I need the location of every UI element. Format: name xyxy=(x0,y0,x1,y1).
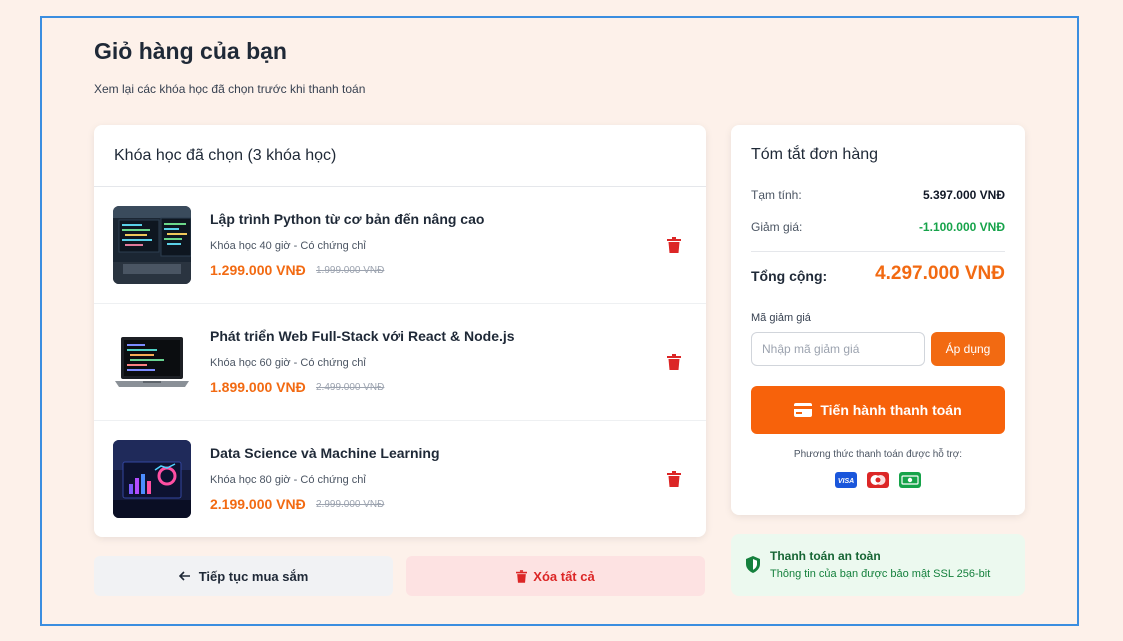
course-meta: Khóa học 80 giờ - Có chứng chỉ xyxy=(210,474,366,486)
course-title: Data Science và Machine Learning xyxy=(210,445,440,461)
shield-icon xyxy=(746,556,760,573)
python-code-thumbnail xyxy=(113,206,191,284)
summary-divider xyxy=(751,251,1005,252)
course-old-price: 2.999.000 VNĐ xyxy=(316,499,385,510)
coupon-input[interactable] xyxy=(751,332,925,366)
cart-card: Khóa học đã chọn (3 khóa học) Lập trình … xyxy=(94,125,706,537)
total-label: Tổng cộng: xyxy=(751,268,828,284)
total-value: 4.297.000 VNĐ xyxy=(875,263,1005,284)
cart-item: Lập trình Python từ cơ bản đến nâng cao … xyxy=(94,187,706,304)
secure-title: Thanh toán an toàn xyxy=(770,549,881,563)
svg-text:VISA: VISA xyxy=(838,478,854,485)
course-old-price: 2.499.000 VNĐ xyxy=(316,382,385,393)
course-meta: Khóa học 60 giờ - Có chứng chỉ xyxy=(210,357,366,369)
trash-icon[interactable] xyxy=(667,471,681,487)
summary-title: Tóm tắt đơn hàng xyxy=(751,146,879,163)
clear-all-label: Xóa tất cả xyxy=(533,568,595,584)
course-price: 1.899.000 VNĐ xyxy=(210,379,306,395)
trash-icon[interactable] xyxy=(667,237,681,253)
course-meta: Khóa học 40 giờ - Có chứng chỉ xyxy=(210,240,366,252)
secure-payment-banner: Thanh toán an toàn Thông tin của bạn đượ… xyxy=(731,534,1025,596)
continue-shopping-label: Tiếp tục mua sắm xyxy=(198,568,309,584)
cart-item: Data Science và Machine Learning Khóa họ… xyxy=(94,421,706,538)
order-summary: Tóm tắt đơn hàng Tạm tính: 5.397.000 VNĐ… xyxy=(731,125,1025,515)
clear-all-button[interactable]: Xóa tất cả xyxy=(406,556,705,596)
subtotal-label: Tạm tính: xyxy=(751,188,802,202)
course-price: 1.299.000 VNĐ xyxy=(210,262,306,278)
secure-description: Thông tin của bạn được bảo mật SSL 256-b… xyxy=(770,568,991,580)
credit-card-icon xyxy=(794,403,813,417)
laptop-code-thumbnail xyxy=(113,323,191,401)
payment-methods-label: Phương thức thanh toán được hỗ trợ: xyxy=(793,449,963,460)
checkout-label: Tiến hành thanh toán xyxy=(820,402,962,418)
checkout-button[interactable]: Tiến hành thanh toán xyxy=(751,386,1005,434)
discount-value: -1.100.000 VNĐ xyxy=(918,220,1005,234)
apply-coupon-button[interactable]: Áp dụng xyxy=(931,332,1005,366)
trash-icon xyxy=(516,569,528,583)
arrow-left-icon xyxy=(178,571,190,581)
cart-item: Phát triển Web Full-Stack với React & No… xyxy=(94,304,706,421)
visa-icon: VISA xyxy=(835,472,857,488)
cart-heading: Khóa học đã chọn (3 khóa học) xyxy=(94,125,706,187)
course-title: Lập trình Python từ cơ bản đến nâng cao xyxy=(210,211,485,227)
course-old-price: 1.999.000 VNĐ xyxy=(316,265,385,276)
discount-label: Giảm giá: xyxy=(751,220,803,234)
subtotal-value: 5.397.000 VNĐ xyxy=(922,188,1005,202)
course-price: 2.199.000 VNĐ xyxy=(210,496,306,512)
page-subtitle: Xem lại các khóa học đã chọn trước khi t… xyxy=(94,82,366,96)
payment-methods: VISA xyxy=(731,472,1025,488)
mastercard-icon xyxy=(867,472,889,488)
continue-shopping-button[interactable]: Tiếp tục mua sắm xyxy=(94,556,393,596)
coupon-label: Mã giảm giá xyxy=(751,312,811,324)
page-title: Giỏ hàng của bạn xyxy=(94,38,287,64)
cash-icon xyxy=(899,472,921,488)
trash-icon[interactable] xyxy=(667,354,681,370)
course-title: Phát triển Web Full-Stack với React & No… xyxy=(210,328,515,344)
data-dashboard-thumbnail xyxy=(113,440,191,518)
